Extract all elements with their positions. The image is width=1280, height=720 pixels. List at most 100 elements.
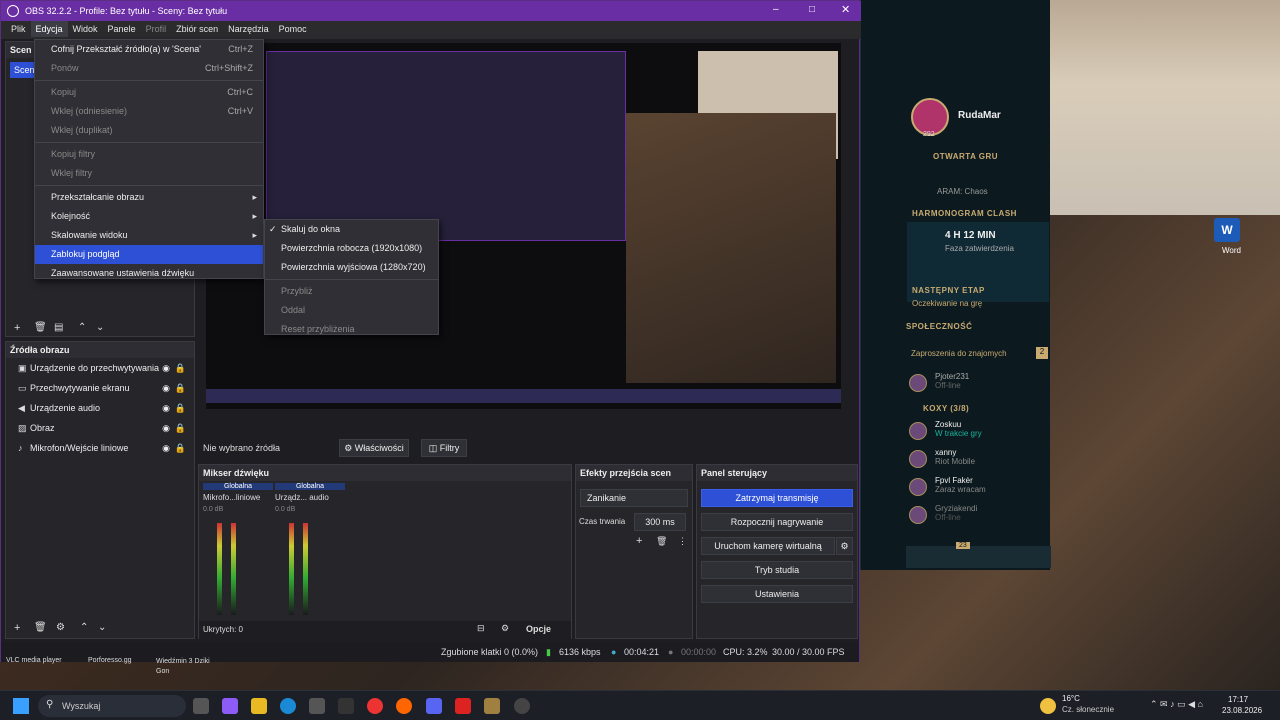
paste-filters-item[interactable]: Wklej filtry xyxy=(35,164,263,183)
remove-transition-icon[interactable]: 🗑 xyxy=(656,536,667,547)
duration-input[interactable]: 300 ms xyxy=(634,513,686,531)
filters-button[interactable]: ◫ Filtry xyxy=(421,439,467,457)
clash-card[interactable]: 4 H 12 MIN Faza zatwierdzenia NASTĘPNY E… xyxy=(907,222,1049,302)
studio-mode-button[interactable]: Tryb studia xyxy=(701,561,853,579)
discord-icon[interactable] xyxy=(426,698,442,714)
fit-to-window-item[interactable]: ✓ Skaluj do okna xyxy=(265,220,438,239)
lock-icon[interactable]: 🔒 xyxy=(175,438,186,458)
close-icon[interactable]: ✕ xyxy=(841,3,850,16)
virtual-camera-button[interactable]: Uruchom kamerę wirtualną xyxy=(701,537,835,555)
add-source-icon[interactable]: + xyxy=(14,622,20,634)
firefox-icon[interactable] xyxy=(396,698,412,714)
lock-icon[interactable]: 🔒 xyxy=(175,418,186,438)
maximize-icon[interactable]: □ xyxy=(809,4,815,15)
app-icon[interactable] xyxy=(338,698,354,714)
friend-invites[interactable]: Zaproszenia do znajomych xyxy=(911,349,1007,358)
source-item[interactable]: ▨ Obraz ◉ 🔒 xyxy=(6,418,194,438)
paste-duplicate-item[interactable]: Wklej (duplikat) xyxy=(35,121,263,140)
filter-scene-icon[interactable]: ▤ xyxy=(54,322,63,333)
stop-stream-button[interactable]: Zatrzymaj transmisję xyxy=(701,489,853,507)
visibility-icon[interactable]: ◉ xyxy=(162,378,170,398)
order-item[interactable]: Kolejność ▸ xyxy=(35,207,263,226)
friend-row[interactable]: xanny Riot Mobile xyxy=(861,448,1051,476)
lock-icon[interactable]: 🔒 xyxy=(175,378,186,398)
zoom-out-item[interactable]: Oddal xyxy=(265,301,438,320)
transform-item[interactable]: Przekształcanie obrazu ▸ xyxy=(35,188,263,207)
edge-icon[interactable] xyxy=(280,698,296,714)
source-item[interactable]: ♪ Mikrofon/Wejście liniowe ◉ 🔒 xyxy=(6,438,194,458)
redo-item[interactable]: Ponów Ctrl+Shift+Z xyxy=(35,59,263,78)
visibility-icon[interactable]: ◉ xyxy=(162,438,170,458)
store-icon[interactable] xyxy=(309,698,325,714)
clock-date[interactable]: 23.08.2026 xyxy=(1222,706,1262,715)
riot-icon[interactable] xyxy=(455,698,471,714)
league-icon[interactable] xyxy=(484,698,500,714)
visibility-icon[interactable]: ◉ xyxy=(162,418,170,438)
task-view-icon[interactable] xyxy=(193,698,209,714)
mixer-settings-icon[interactable]: ⚙ xyxy=(501,623,509,634)
clock-time[interactable]: 17:17 xyxy=(1228,695,1248,704)
remove-source-icon[interactable]: 🗑 xyxy=(34,622,47,633)
volume-slider[interactable] xyxy=(217,523,222,615)
layout-icon[interactable]: ⊟ xyxy=(477,623,485,634)
settings-button[interactable]: Ustawienia xyxy=(701,585,853,603)
advanced-audio-item[interactable]: Zaawansowane ustawienia dźwięku xyxy=(35,264,263,283)
volume-slider[interactable] xyxy=(289,523,294,615)
friend-row[interactable]: Gryziakendi Off-line xyxy=(861,504,1051,532)
move-up-icon[interactable]: ⌃ xyxy=(80,622,88,633)
copilot-icon[interactable] xyxy=(222,698,238,714)
options-button[interactable]: Opcje xyxy=(526,624,551,634)
word-icon[interactable]: W xyxy=(1214,218,1240,242)
tray-icons[interactable]: ⌃ ✉ ♪ ▭ ◀ ⌂ xyxy=(1150,699,1203,710)
taskbar-search[interactable]: ⚲ Wyszukaj xyxy=(38,695,186,717)
desktop-label[interactable]: Porforesso.gg xyxy=(88,657,132,664)
visibility-icon[interactable]: ◉ xyxy=(162,398,170,418)
menu-tools[interactable]: Narzędzia xyxy=(223,21,274,37)
copy-filters-item[interactable]: Kopiuj filtry xyxy=(35,145,263,164)
minimize-icon[interactable]: – xyxy=(773,4,779,15)
desktop-label[interactable]: VLC media player xyxy=(6,657,62,664)
canvas-size-item[interactable]: Powierzchnia robocza (1920x1080) xyxy=(265,239,438,258)
chrome-icon[interactable] xyxy=(367,698,383,714)
properties-button[interactable]: ⚙ Właściwości xyxy=(339,439,409,457)
copy-item[interactable]: Kopiuj Ctrl+C xyxy=(35,83,263,102)
remove-scene-icon[interactable]: 🗑 xyxy=(34,322,47,333)
lock-icon[interactable]: 🔒 xyxy=(175,358,186,378)
add-scene-icon[interactable]: + xyxy=(14,322,20,334)
paste-reference-item[interactable]: Wklej (odniesienie) Ctrl+V xyxy=(35,102,263,121)
move-down-icon[interactable]: ⌄ xyxy=(96,322,104,333)
record-button[interactable]: Rozpocznij nagrywanie xyxy=(701,513,853,531)
zoom-in-item[interactable]: Przybliż xyxy=(265,282,438,301)
menu-help[interactable]: Pomoc xyxy=(274,21,312,37)
source-settings-icon[interactable]: ⚙ xyxy=(56,622,65,633)
friend-row[interactable]: Fpvl Fakėr Zaraz wracam xyxy=(861,476,1051,504)
transition-select[interactable]: Zanikanie xyxy=(580,489,688,507)
lock-icon[interactable]: 🔒 xyxy=(175,398,186,418)
move-down-icon[interactable]: ⌄ xyxy=(98,622,106,633)
menu-docks[interactable]: Panele xyxy=(103,21,141,37)
explorer-icon[interactable] xyxy=(251,698,267,714)
menu-file[interactable]: Plik xyxy=(1,21,31,37)
move-up-icon[interactable]: ⌃ xyxy=(78,322,86,333)
windows-start-icon[interactable] xyxy=(13,698,29,714)
output-size-item[interactable]: Powierzchnia wyjściowa (1280x720) xyxy=(265,258,438,277)
undo-item[interactable]: Cofnij Przekształć źródło(a) w 'Scena' Ct… xyxy=(35,40,263,59)
add-transition-icon[interactable]: + xyxy=(636,535,642,547)
source-item[interactable]: ▣ Urządzenie do przechwytywania ◉ 🔒 xyxy=(6,358,194,378)
source-item[interactable]: ◀ Urządzenie audio ◉ 🔒 xyxy=(6,398,194,418)
menu-profile[interactable]: Profil xyxy=(141,21,172,37)
more-icon[interactable]: ⋮ xyxy=(678,536,687,547)
gear-icon[interactable]: ⚙ xyxy=(836,537,853,555)
friend-row[interactable]: Pjoter231 Off-line xyxy=(861,372,1051,400)
menu-scene-collection[interactable]: Zbiór scen xyxy=(171,21,223,37)
desktop-label[interactable]: Wiedźmin 3 Dziki Gon xyxy=(156,657,222,677)
menu-edit[interactable]: Edycja xyxy=(30,21,68,37)
lock-preview-item[interactable]: Zablokuj podgląd xyxy=(35,245,263,264)
lol-open-group[interactable]: OTWARTA GRU xyxy=(933,152,998,161)
source-item[interactable]: ▭ Przechwytywanie ekranu ◉ 🔒 xyxy=(6,378,194,398)
lol-chat-bar[interactable]: 23 xyxy=(906,542,1051,568)
menu-view[interactable]: Widok xyxy=(68,21,103,37)
friend-row[interactable]: Zoskuu W trakcie gry xyxy=(861,420,1051,448)
reset-zoom-item[interactable]: Reset przybliżenia xyxy=(265,320,438,339)
visibility-icon[interactable]: ◉ xyxy=(162,358,170,378)
